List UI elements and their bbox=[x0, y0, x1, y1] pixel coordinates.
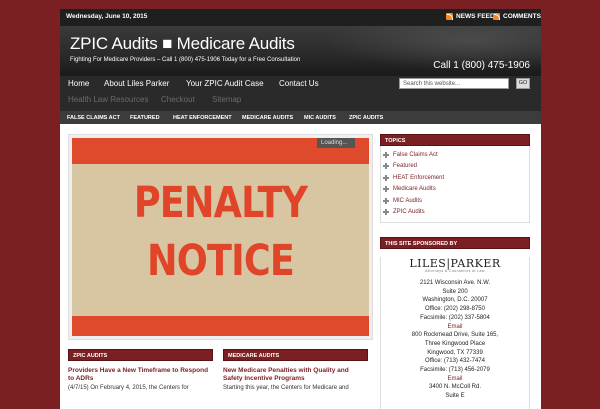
sponsor-body: LILES|PARKER Attorneys & Counselors at L… bbox=[380, 257, 530, 409]
sponsor-address: 2121 Wisconsin Ave. N.W. Suite 200 Washi… bbox=[381, 279, 529, 401]
topic-item[interactable]: ZPIC Audits bbox=[383, 207, 529, 219]
post-excerpt: Starting this year, the Centers for Medi… bbox=[223, 385, 349, 391]
topic-label: Medicare Audits bbox=[393, 186, 436, 193]
poster-line-1: PENALTY bbox=[133, 178, 308, 228]
plus-icon bbox=[383, 197, 389, 204]
rss-icon bbox=[446, 13, 453, 20]
plus-icon bbox=[383, 209, 389, 216]
nav-item-about[interactable]: About Liles Parker bbox=[104, 79, 169, 88]
primary-nav: Home About Liles Parker Your ZPIC Audit … bbox=[60, 76, 541, 92]
topic-label: MIC Audits bbox=[393, 197, 423, 204]
plus-icon bbox=[383, 163, 389, 170]
site-title[interactable]: ZPIC Audits ■ Medicare Audits bbox=[70, 34, 295, 54]
post-box-zpic: ZPIC AUDITS Providers Have a New Timefra… bbox=[68, 349, 213, 392]
topics-list: False Claims Act Featured HEAT Enforceme… bbox=[380, 146, 530, 223]
topic-label: HEAT Enforcement bbox=[393, 174, 445, 181]
topic-item[interactable]: MIC Audits bbox=[383, 195, 529, 207]
slider-loading-indicator: Loading... bbox=[317, 138, 355, 148]
address-line: Three Kingwood Place bbox=[424, 340, 486, 347]
secondary-nav: Health Law Resources Checkout Sitemap bbox=[60, 92, 541, 111]
post-excerpt: (4/7/15) On February 4, 2015, the Center… bbox=[68, 385, 189, 391]
site-tagline: Fighting For Medicare Providers – Call 1… bbox=[70, 57, 301, 63]
email-link[interactable]: Email bbox=[381, 375, 529, 384]
news-feed-label: NEWS FEED bbox=[456, 13, 495, 20]
address-line: 800 Rockmead Drive, Suite 165, bbox=[411, 332, 499, 339]
topic-item[interactable]: False Claims Act bbox=[383, 149, 529, 161]
top-bar: Wednesday, June 10, 2015 NEWS FEED COMME… bbox=[60, 9, 541, 26]
date-text: Wednesday, June 10, 2015 bbox=[66, 13, 148, 20]
topic-label: False Claims Act bbox=[393, 151, 438, 158]
search-go-button[interactable]: GO bbox=[516, 78, 530, 89]
address-line: Kingwood, TX 77339 bbox=[427, 349, 483, 356]
cat-false-claims[interactable]: FALSE CLAIMS ACT bbox=[67, 115, 120, 121]
fax-number: Facsimile: (202) 337-5804 bbox=[420, 314, 490, 321]
logo-subtitle: Attorneys & Counselors at Law bbox=[425, 269, 485, 273]
header-phone: Call 1 (800) 475-1906 bbox=[433, 60, 530, 71]
address-line: Suite 200 bbox=[442, 288, 468, 295]
site-header: ZPIC Audits ■ Medicare Audits Fighting F… bbox=[60, 26, 541, 76]
address-line: 3400 N. McColl Rd. bbox=[428, 384, 482, 391]
cat-heat[interactable]: HEAT ENFORCEMENT bbox=[173, 115, 232, 121]
post-box-heading[interactable]: ZPIC AUDITS bbox=[68, 349, 213, 361]
office-phone: Office: (202) 298-8750 bbox=[425, 306, 485, 313]
address-line: 2121 Wisconsin Ave. N.W. bbox=[419, 280, 491, 286]
topics-widget: TOPICS False Claims Act Featured HEAT En… bbox=[380, 134, 530, 223]
office-phone: Office: (713) 432-7474 bbox=[425, 358, 485, 365]
cat-mic-audits[interactable]: MIC AUDITS bbox=[304, 115, 336, 121]
post-title[interactable]: Providers Have a New Timeframe to Respon… bbox=[68, 367, 213, 383]
post-box-medicare: MEDICARE AUDITS New Medicare Penalties w… bbox=[223, 349, 368, 392]
news-feed-link[interactable]: NEWS FEED bbox=[446, 13, 495, 20]
cat-medicare-audits[interactable]: MEDICARE AUDITS bbox=[242, 115, 293, 121]
nav-item-contact[interactable]: Contact Us bbox=[279, 79, 319, 88]
topics-heading: TOPICS bbox=[380, 134, 530, 146]
penalty-notice-image[interactable]: PENALTY NOTICE bbox=[72, 138, 369, 336]
page-wrapper: Wednesday, June 10, 2015 NEWS FEED COMME… bbox=[60, 9, 541, 409]
post-title[interactable]: New Medicare Penalties with Quality and … bbox=[223, 367, 368, 383]
category-nav: FALSE CLAIMS ACT FEATURED HEAT ENFORCEME… bbox=[60, 111, 541, 124]
nav-item-sitemap[interactable]: Sitemap bbox=[212, 95, 241, 104]
topic-label: ZPIC Audits bbox=[393, 209, 425, 216]
plus-icon bbox=[383, 151, 389, 158]
cat-featured[interactable]: FEATURED bbox=[130, 115, 160, 121]
poster-line-2: NOTICE bbox=[147, 236, 295, 286]
topic-item[interactable]: Medicare Audits bbox=[383, 184, 529, 196]
plus-icon bbox=[383, 174, 389, 181]
comments-feed-link[interactable]: COMMENTS bbox=[493, 13, 541, 20]
topic-item[interactable]: HEAT Enforcement bbox=[383, 172, 529, 184]
fax-number: Facsimile: (713) 456-2079 bbox=[420, 367, 490, 374]
sponsor-heading: THIS SITE SPONSORED BY bbox=[380, 237, 530, 249]
nav-item-home[interactable]: Home bbox=[68, 79, 89, 88]
featured-slider[interactable]: PENALTY NOTICE Loading... bbox=[68, 134, 373, 340]
poster-bottom-stripe bbox=[72, 316, 369, 336]
nav-item-checkout[interactable]: Checkout bbox=[161, 95, 195, 104]
email-link[interactable]: Email bbox=[381, 323, 529, 332]
address-line: Washington, D.C. 20007 bbox=[422, 297, 488, 304]
topic-item[interactable]: Featured bbox=[383, 161, 529, 173]
rss-icon bbox=[493, 13, 500, 20]
sponsor-widget: THIS SITE SPONSORED BY LILES|PARKER Atto… bbox=[380, 237, 530, 409]
nav-item-health-law[interactable]: Health Law Resources bbox=[68, 95, 148, 104]
cat-zpic-audits[interactable]: ZPIC AUDITS bbox=[349, 115, 383, 121]
search-input[interactable]: Search this website... bbox=[399, 78, 509, 89]
post-box-heading[interactable]: MEDICARE AUDITS bbox=[223, 349, 368, 361]
topic-label: Featured bbox=[393, 163, 418, 170]
plus-icon bbox=[383, 186, 389, 193]
nav-item-zpic-case[interactable]: Your ZPIC Audit Case bbox=[186, 79, 264, 88]
comments-label: COMMENTS bbox=[503, 13, 541, 20]
